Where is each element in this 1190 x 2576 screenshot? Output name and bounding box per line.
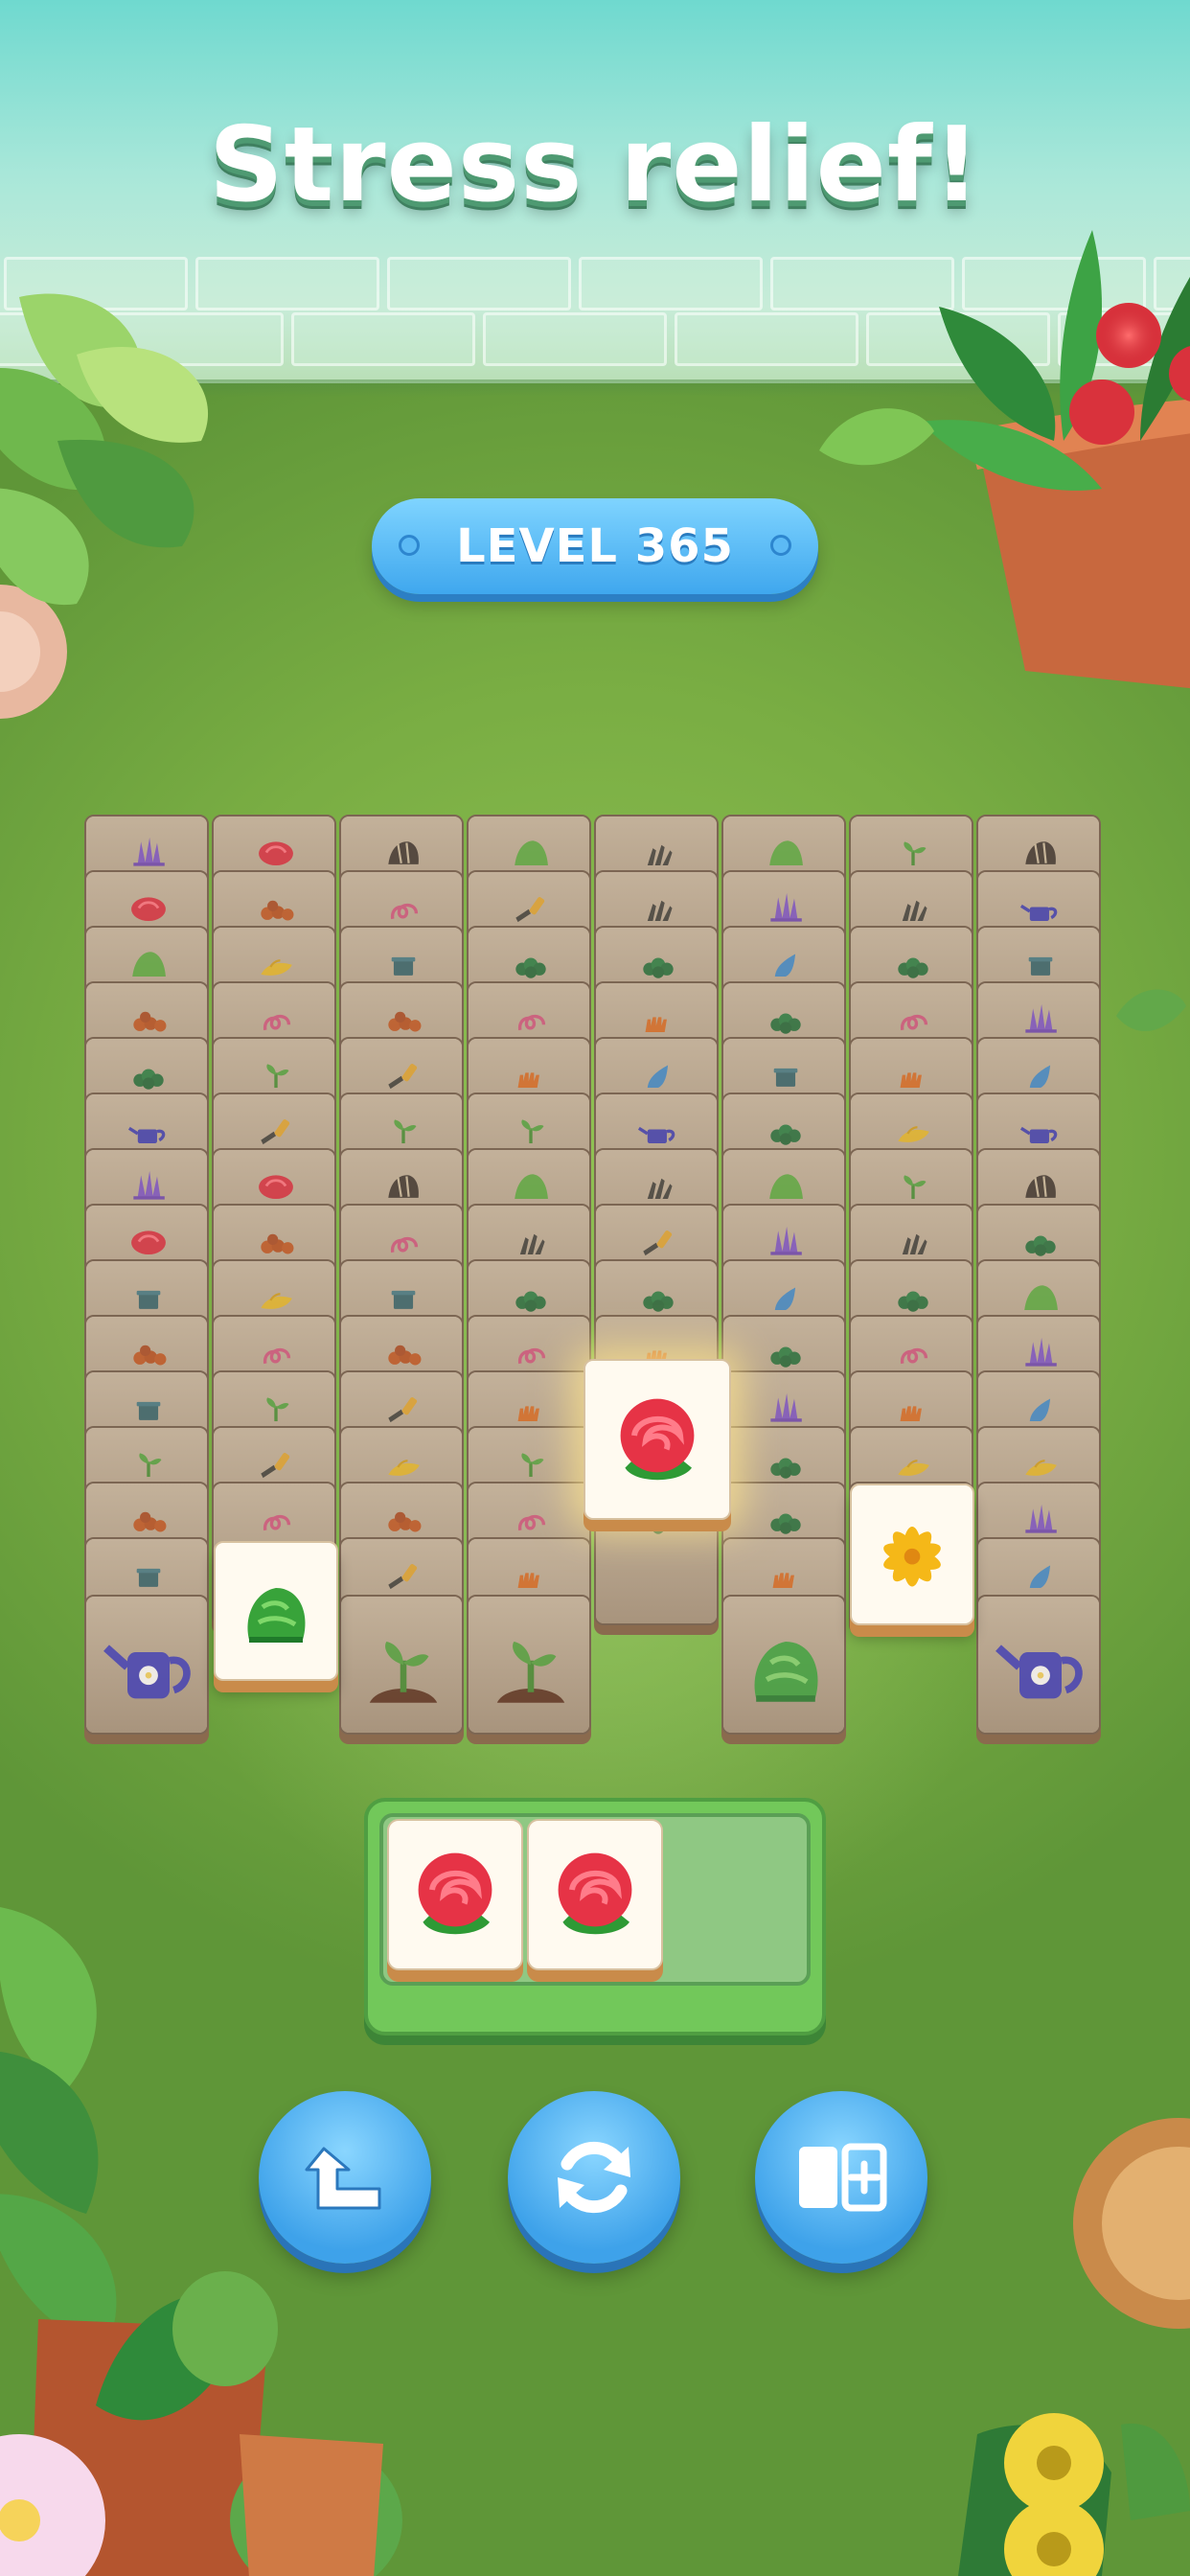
shuffle-icon	[558, 2141, 630, 2214]
free-tile-green-shrub[interactable]	[214, 1541, 338, 1681]
tray-slot-1-rose	[387, 1819, 523, 1970]
tray-slot-2-rose	[527, 1819, 663, 1970]
free-tile-rose[interactable]	[584, 1359, 731, 1520]
undo-button[interactable]	[259, 2091, 431, 2264]
free-tile-yellow-lily[interactable]	[850, 1484, 974, 1625]
board-tile-shrub	[721, 1595, 846, 1735]
game-scene: Stress relief! LEVEL 365	[0, 0, 1190, 2576]
rose-icon	[558, 1852, 632, 1935]
undo-arrow-icon	[305, 2147, 381, 2210]
add-slot-button[interactable]	[755, 2091, 927, 2264]
add-slot-icon	[799, 2143, 887, 2212]
rose-icon	[620, 1398, 695, 1481]
board-tile-sprout-pot	[467, 1595, 591, 1735]
shuffle-button[interactable]	[508, 2091, 680, 2264]
board-tile-watering-can	[84, 1595, 209, 1735]
board-tile-watering-can	[976, 1595, 1101, 1735]
board-tile-sprout-pot	[339, 1595, 464, 1735]
green-shrub-icon	[247, 1588, 306, 1643]
yellow-lily-icon	[883, 1527, 941, 1587]
rose-icon	[418, 1852, 492, 1935]
